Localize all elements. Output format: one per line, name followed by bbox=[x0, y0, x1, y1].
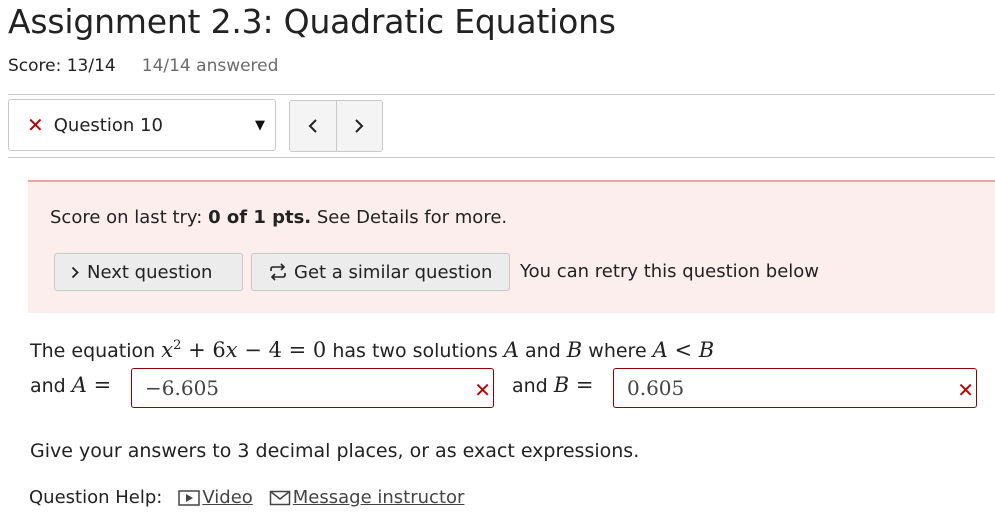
score-prefix: Score on last try: bbox=[50, 207, 209, 228]
similar-question-label: Get a similar question bbox=[294, 261, 493, 283]
answer-a-input[interactable]: −6.605 ✕ bbox=[131, 368, 494, 408]
incorrect-icon: ✕ bbox=[474, 378, 491, 402]
next-question-button[interactable]: Next question bbox=[54, 253, 243, 291]
question-select[interactable]: ✕ Question 10 ▼ bbox=[8, 99, 276, 151]
divider-top bbox=[8, 94, 995, 95]
last-try-score: Score on last try: 0 of 1 pts. See Detai… bbox=[50, 207, 507, 228]
question-mid: has two solutions bbox=[326, 340, 504, 362]
answer-instructions: Give your answers to 3 decimal places, o… bbox=[30, 440, 640, 462]
question-intro: The equation bbox=[30, 340, 162, 362]
chevron-right-icon bbox=[355, 119, 364, 133]
answer-a-value: −6.605 bbox=[145, 376, 220, 400]
question-select-label: Question 10 bbox=[53, 114, 163, 136]
and-word: and bbox=[512, 375, 548, 397]
question-statement: The equation x2 + 6x − 4 = 0 has two sol… bbox=[30, 338, 714, 362]
similar-question-button[interactable]: Get a similar question bbox=[251, 253, 510, 291]
answer-b-input[interactable]: 0.605 ✕ bbox=[613, 368, 977, 408]
chevron-left-icon bbox=[308, 119, 317, 133]
equation: x2 + 6x − 4 = 0 bbox=[161, 338, 327, 362]
video-link[interactable]: Video bbox=[178, 487, 253, 508]
next-question-label: Next question bbox=[87, 261, 213, 283]
answer-a-label: and A = bbox=[30, 373, 111, 397]
b-equals: B = bbox=[553, 373, 594, 397]
page-title: Assignment 2.3: Quadratic Equations bbox=[8, 2, 616, 41]
score-summary: Score: 13/14 14/14 answered bbox=[8, 56, 278, 76]
video-icon bbox=[178, 489, 201, 506]
divider-bottom bbox=[8, 157, 995, 158]
message-instructor-label: Message instructor bbox=[292, 487, 465, 508]
answer-b-value: 0.605 bbox=[627, 376, 685, 400]
score-value: 0 of 1 pts. bbox=[208, 207, 312, 228]
retry-message: You can retry this question below bbox=[520, 261, 820, 282]
feedback-panel: Score on last try: 0 of 1 pts. See Detai… bbox=[28, 180, 995, 313]
x-mark-icon: ✕ bbox=[27, 113, 44, 137]
question-and: and bbox=[518, 340, 567, 362]
and-word: and bbox=[30, 375, 66, 397]
answered-count: 14/14 answered bbox=[141, 56, 279, 76]
question-nav-buttons bbox=[289, 100, 383, 152]
score-text: Score: 13/14 bbox=[8, 56, 116, 76]
answer-b-label: and B = bbox=[512, 373, 594, 397]
incorrect-icon: ✕ bbox=[957, 378, 974, 402]
score-suffix: See Details for more. bbox=[311, 207, 508, 228]
envelope-icon bbox=[269, 490, 291, 505]
variable-b: B bbox=[566, 338, 583, 362]
variable-a: A bbox=[503, 338, 519, 362]
caret-down-icon: ▼ bbox=[255, 117, 265, 133]
a-equals: A = bbox=[71, 373, 112, 397]
next-question-nav-button[interactable] bbox=[335, 101, 383, 151]
video-link-label: Video bbox=[202, 487, 253, 508]
repeat-icon bbox=[268, 262, 288, 282]
previous-question-button[interactable] bbox=[290, 101, 336, 151]
message-instructor-link[interactable]: Message instructor bbox=[269, 487, 465, 508]
question-help-label: Question Help: bbox=[29, 487, 163, 508]
question-where: where bbox=[582, 340, 653, 362]
question-help: Question Help: Video Message instructor bbox=[29, 487, 464, 508]
inequality: A < B bbox=[652, 338, 715, 362]
chevron-right-icon bbox=[71, 266, 79, 279]
